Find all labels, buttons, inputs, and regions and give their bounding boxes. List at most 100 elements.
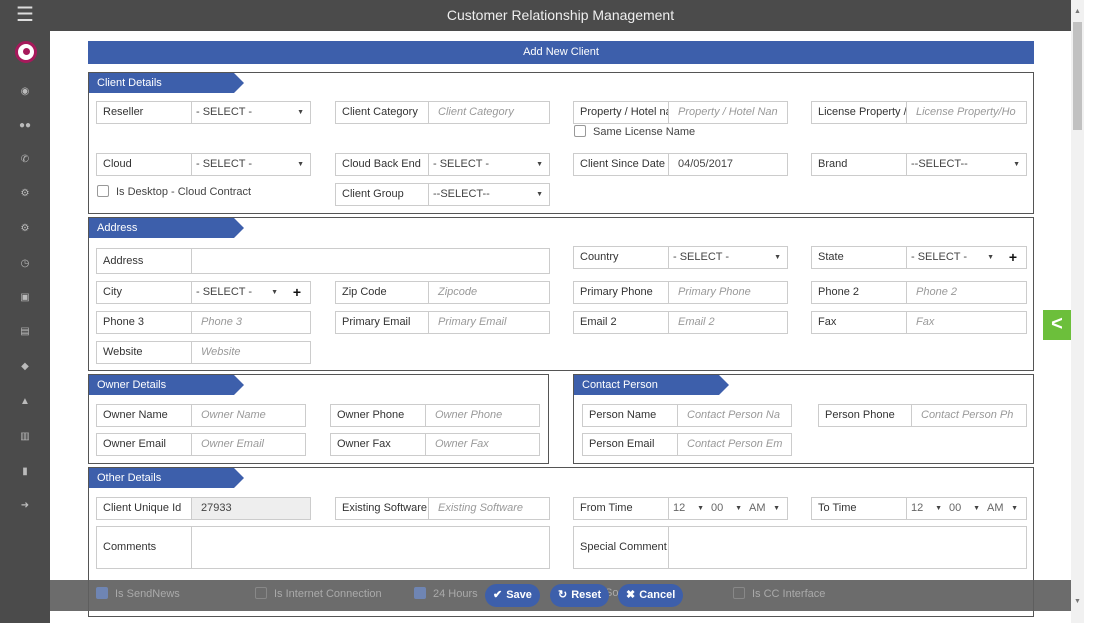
- client-group-select[interactable]: Client Group --SELECT--: [335, 183, 550, 206]
- reseller-select[interactable]: Reseller - SELECT -: [96, 101, 311, 124]
- owner-email-field[interactable]: Owner Email Owner Email: [96, 433, 306, 456]
- license-property-input[interactable]: License Property/Ho: [907, 102, 1026, 123]
- cloud-back-end-select[interactable]: Cloud Back End - SELECT -: [335, 153, 550, 176]
- from-minute-select[interactable]: 00: [707, 498, 745, 519]
- select-value[interactable]: - SELECT -: [192, 154, 310, 175]
- person-name-input[interactable]: Contact Person Na: [678, 405, 791, 426]
- from-hour-select[interactable]: 12: [669, 498, 707, 519]
- owner-fax-field[interactable]: Owner Fax Owner Fax: [330, 433, 540, 456]
- comments-textarea[interactable]: [192, 527, 549, 548]
- dashboard-icon[interactable]: ◉: [0, 81, 50, 103]
- primary-email-field[interactable]: Primary Email Primary Email: [335, 311, 550, 334]
- fax-field[interactable]: Fax Fax: [811, 311, 1027, 334]
- is-sendnews-checkbox[interactable]: Is SendNews: [96, 587, 180, 600]
- special-comment-textarea[interactable]: [669, 527, 1026, 548]
- website-field[interactable]: Website Website: [96, 341, 311, 364]
- owner-name-field[interactable]: Owner Name Owner Name: [96, 404, 306, 427]
- zip-code-input[interactable]: Zipcode: [429, 282, 549, 303]
- is-internet-connection-checkbox[interactable]: Is Internet Connection: [255, 587, 382, 600]
- client-since-date-input[interactable]: 04/05/2017: [669, 154, 787, 175]
- money-icon[interactable]: ▣: [0, 287, 50, 309]
- scroll-down-icon[interactable]: ▼: [1071, 598, 1084, 608]
- existing-software-input[interactable]: Existing Software: [429, 498, 549, 519]
- users-icon[interactable]: ●●: [0, 115, 50, 137]
- from-time-field[interactable]: From Time 12 00 AM: [573, 497, 788, 520]
- person-phone-field[interactable]: Person Phone Contact Person Ph: [818, 404, 1027, 427]
- cancel-button[interactable]: ✖ Cancel: [618, 584, 684, 607]
- settings-icon[interactable]: ⚙: [0, 183, 50, 205]
- owner-phone-input[interactable]: Owner Phone: [426, 405, 539, 426]
- owner-phone-field[interactable]: Owner Phone Owner Phone: [330, 404, 540, 427]
- to-minute-select[interactable]: 00: [945, 498, 983, 519]
- reset-button[interactable]: ↻ Reset: [550, 584, 610, 607]
- client-category-field[interactable]: Client Category Client Category: [335, 101, 550, 124]
- existing-software-field[interactable]: Existing Software Existing Software: [335, 497, 550, 520]
- owner-fax-input[interactable]: Owner Fax: [426, 434, 539, 455]
- scrollbar-thumb[interactable]: [1073, 22, 1082, 130]
- phone-icon[interactable]: ✆: [0, 149, 50, 171]
- comments-field[interactable]: Comments: [96, 526, 550, 569]
- select-value[interactable]: --SELECT--: [429, 184, 549, 205]
- sign-out-icon[interactable]: ➜: [0, 495, 50, 517]
- person-email-input[interactable]: Contact Person Em: [678, 434, 791, 455]
- state-select[interactable]: State- SELECT -+: [811, 246, 1027, 269]
- is-desktop-checkbox[interactable]: Is Desktop - Cloud Contract: [97, 184, 251, 200]
- add-city-icon[interactable]: +: [284, 282, 310, 303]
- to-ampm-select[interactable]: AM: [983, 498, 1021, 519]
- country-select[interactable]: Country - SELECT -: [573, 246, 788, 269]
- checkbox-box[interactable]: [574, 125, 586, 137]
- special-comment-field[interactable]: Special Comment: [573, 526, 1027, 569]
- checkbox-box[interactable]: [733, 587, 745, 599]
- owner-name-input[interactable]: Owner Name: [192, 405, 305, 426]
- 24-hours-checkbox[interactable]: 24 Hours: [414, 587, 478, 600]
- client-category-input[interactable]: Client Category: [429, 102, 549, 123]
- zip-code-field[interactable]: Zip Code Zipcode: [335, 281, 550, 304]
- email-2-field[interactable]: Email 2 Email 2: [573, 311, 788, 334]
- user-icon[interactable]: ▲: [0, 391, 50, 413]
- phone-2-input[interactable]: Phone 2: [907, 282, 1026, 303]
- select-value[interactable]: --SELECT--: [907, 154, 1026, 175]
- settings-alt-icon[interactable]: ⚙: [0, 218, 50, 240]
- phone-3-input[interactable]: Phone 3: [192, 312, 310, 333]
- brand-select[interactable]: Brand --SELECT--: [811, 153, 1027, 176]
- to-hour-select[interactable]: 12: [907, 498, 945, 519]
- document-icon[interactable]: ▤: [0, 321, 50, 343]
- primary-phone-field[interactable]: Primary Phone Primary Phone: [573, 281, 788, 304]
- is-cc-interface-checkbox[interactable]: Is CC Interface: [733, 587, 825, 600]
- address-field[interactable]: Address: [96, 248, 550, 274]
- select-value[interactable]: - SELECT -: [429, 154, 549, 175]
- website-input[interactable]: Website: [192, 342, 310, 363]
- from-ampm-select[interactable]: AM: [745, 498, 783, 519]
- hamburger-menu-icon[interactable]: ☰: [0, 0, 50, 31]
- same-license-checkbox[interactable]: Same License Name: [574, 124, 695, 140]
- checkbox-box[interactable]: [414, 587, 426, 599]
- select-value[interactable]: - SELECT -: [669, 247, 787, 268]
- to-time-field[interactable]: To Time 12 00 AM: [811, 497, 1027, 520]
- phone-2-field[interactable]: Phone 2 Phone 2: [811, 281, 1027, 304]
- save-button[interactable]: ✔ Save: [485, 584, 540, 607]
- clock-icon[interactable]: ◷: [0, 253, 50, 275]
- primary-email-input[interactable]: Primary Email: [429, 312, 549, 333]
- client-since-date-field[interactable]: Client Since Date 04/05/2017: [573, 153, 788, 176]
- select-value[interactable]: - SELECT -: [907, 247, 1000, 268]
- bar-chart-icon[interactable]: ▥: [0, 426, 50, 448]
- phone-3-field[interactable]: Phone 3 Phone 3: [96, 311, 311, 334]
- person-phone-input[interactable]: Contact Person Ph: [912, 405, 1026, 426]
- property-field[interactable]: Property / Hotel na Property / Hotel Nan: [573, 101, 788, 124]
- select-value[interactable]: - SELECT -: [192, 102, 310, 123]
- owner-email-input[interactable]: Owner Email: [192, 434, 305, 455]
- email-2-input[interactable]: Email 2: [669, 312, 787, 333]
- license-property-field[interactable]: License Property / License Property/Ho: [811, 101, 1027, 124]
- checkbox-box[interactable]: [255, 587, 267, 599]
- logo-icon[interactable]: [15, 41, 37, 63]
- person-email-field[interactable]: Person Email Contact Person Em: [582, 433, 792, 456]
- scroll-up-icon[interactable]: ▲: [1071, 8, 1084, 18]
- cloud-select[interactable]: Cloud - SELECT -: [96, 153, 311, 176]
- checkbox-box[interactable]: [97, 185, 109, 197]
- city-select[interactable]: City- SELECT -+: [96, 281, 311, 304]
- checkbox-box[interactable]: [96, 587, 108, 599]
- primary-phone-input[interactable]: Primary Phone: [669, 282, 787, 303]
- shield-icon[interactable]: ◆: [0, 356, 50, 378]
- select-value[interactable]: - SELECT -: [192, 282, 284, 303]
- person-name-field[interactable]: Person Name Contact Person Na: [582, 404, 792, 427]
